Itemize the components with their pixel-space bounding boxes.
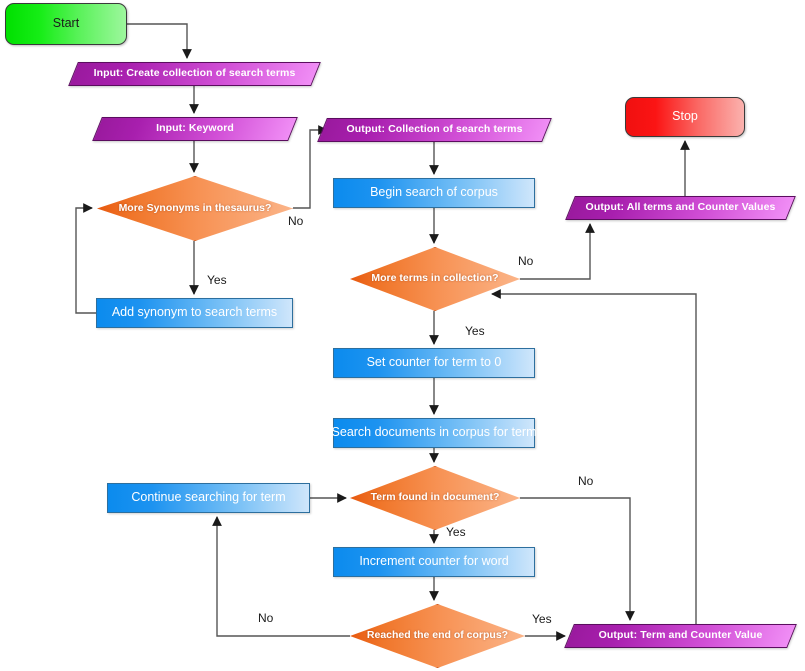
node-continue-searching-for-term-label: Continue searching for term xyxy=(131,490,286,505)
node-stop[interactable]: Stop xyxy=(625,97,745,137)
edge-label-yes-term-found: Yes xyxy=(446,525,466,539)
node-begin-search-of-corpus-label: Begin search of corpus xyxy=(370,185,498,200)
term-found-no-to-output-term xyxy=(520,497,635,621)
node-more-synonyms-in-thesaurus-label: More Synonyms in thesaurus? xyxy=(118,201,272,214)
node-term-found-in-document-label: Term found in document? xyxy=(370,491,500,504)
node-output-term-and-counter-value-label: Output: Term and Counter Value xyxy=(598,629,763,642)
edge-label-yes-reached-end: Yes xyxy=(532,612,552,626)
node-set-counter-for-term-to-0-label: Set counter for term to 0 xyxy=(366,355,502,370)
node-stop-label: Stop xyxy=(672,109,698,124)
node-output-collection-of-search-terms-label: Output: Collection of search terms xyxy=(346,123,523,136)
reached-end-no-to-continue xyxy=(212,516,350,637)
node-search-documents-in-corpus-for-term[interactable]: Search documents in corpus for term xyxy=(332,418,536,448)
node-output-all-terms-and-counter-values[interactable]: Output: All terms and Counter Values xyxy=(565,196,796,220)
node-output-term-and-counter-value[interactable]: Output: Term and Counter Value xyxy=(564,624,797,648)
add-synonym-back-to-more-synonyms xyxy=(75,203,96,314)
more-terms-no-to-output-all xyxy=(520,223,595,280)
node-more-terms-in-collection-label: More terms in collection? xyxy=(371,272,499,285)
node-reached-the-end-of-corpus[interactable]: Reached the end of corpus? xyxy=(350,604,525,668)
flowchart-canvas: Start Stop Input: Create collection of s… xyxy=(0,0,805,671)
node-term-found-in-document[interactable]: Term found in document? xyxy=(350,466,520,530)
node-start-label: Start xyxy=(52,16,80,31)
node-continue-searching-for-term[interactable]: Continue searching for term xyxy=(107,483,310,513)
edge-label-yes-more-terms: Yes xyxy=(465,324,485,338)
node-input-keyword[interactable]: Input: Keyword xyxy=(92,117,298,141)
node-reached-the-end-of-corpus-label: Reached the end of corpus? xyxy=(366,629,509,642)
node-input-create-collection-label: Input: Create collection of search terms xyxy=(93,67,296,80)
node-add-synonym-to-search-terms[interactable]: Add synonym to search terms xyxy=(96,298,293,328)
edge-label-no-synonyms: No xyxy=(288,214,304,228)
node-add-synonym-to-search-terms-label: Add synonym to search terms xyxy=(111,305,278,320)
edge-label-no-reached-end: No xyxy=(258,611,274,625)
node-increment-counter-for-word-label: Increment counter for word xyxy=(359,554,509,569)
edge-label-no-more-terms: No xyxy=(518,254,534,268)
node-output-collection-of-search-terms[interactable]: Output: Collection of search terms xyxy=(317,118,552,142)
node-set-counter-for-term-to-0[interactable]: Set counter for term to 0 xyxy=(333,348,535,378)
node-begin-search-of-corpus[interactable]: Begin search of corpus xyxy=(333,178,535,208)
start-to-input-collection xyxy=(127,23,192,59)
node-increment-counter-for-word[interactable]: Increment counter for word xyxy=(333,547,535,577)
node-more-synonyms-in-thesaurus[interactable]: More Synonyms in thesaurus? xyxy=(97,176,293,241)
node-search-documents-in-corpus-for-term-label: Search documents in corpus for term xyxy=(331,425,537,440)
edge-label-no-term-found: No xyxy=(578,474,594,488)
node-start[interactable]: Start xyxy=(5,3,127,45)
node-input-keyword-label: Input: Keyword xyxy=(156,122,234,135)
edge-label-yes-synonyms: Yes xyxy=(207,273,227,287)
node-input-create-collection[interactable]: Input: Create collection of search terms xyxy=(68,62,321,86)
node-more-terms-in-collection[interactable]: More terms in collection? xyxy=(350,247,520,311)
node-output-all-terms-and-counter-values-label: Output: All terms and Counter Values xyxy=(585,201,776,214)
